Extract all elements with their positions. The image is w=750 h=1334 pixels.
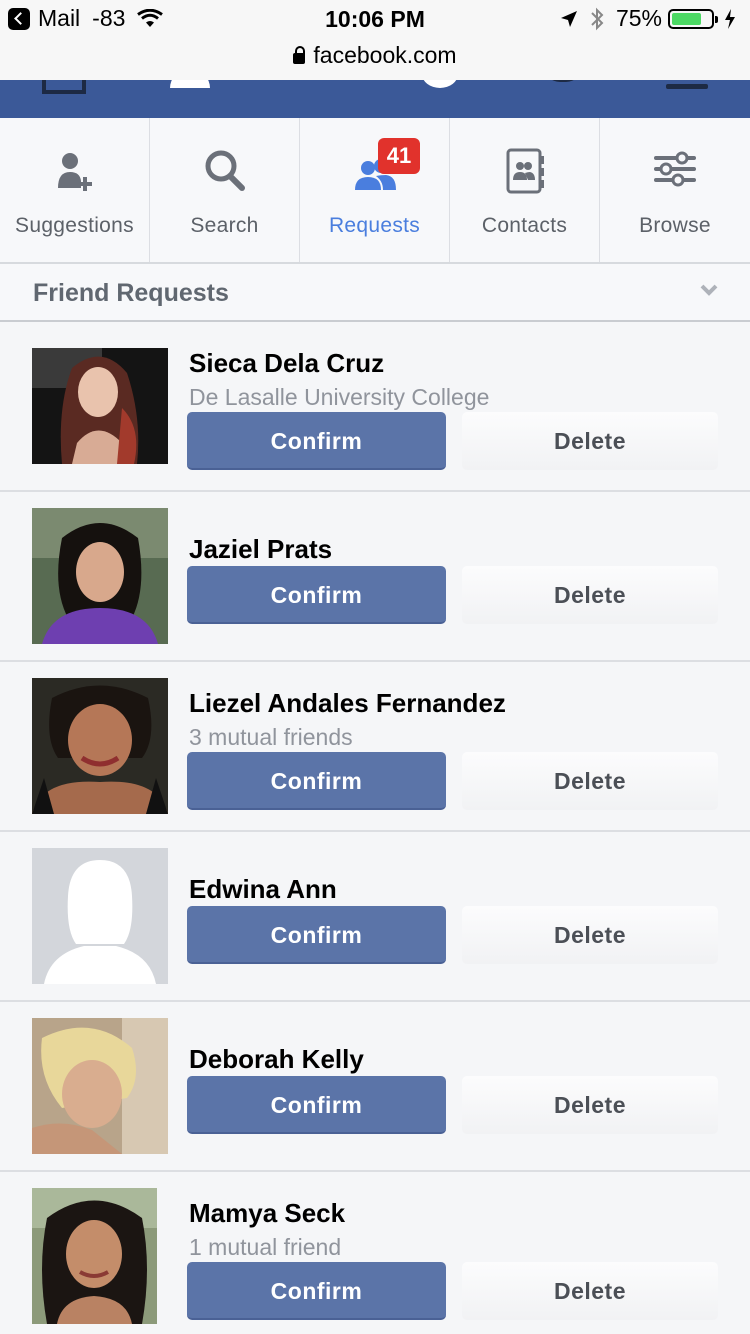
requester-subtitle: De Lasalle University College [189,384,490,410]
battery-percent: 75% [615,5,662,31]
tab-label: Search [190,214,259,237]
requester-name[interactable]: Deborah Kelly [189,1044,364,1075]
requests-count-badge: 41 [378,138,420,174]
top-nav-bar [0,80,750,118]
requester-name[interactable]: Liezel Andales Fernandez [189,688,506,719]
requester-name[interactable]: Sieca Dela Cruz [189,348,384,379]
request-item: Liezel Andales Fernandez 3 mutual friend… [0,662,750,832]
contacts-book-icon [506,148,544,194]
url-domain: facebook.com [313,42,457,68]
requester-subtitle: 3 mutual friends [189,724,353,750]
search-icon[interactable] [544,80,588,92]
delete-button[interactable]: Delete [462,1076,718,1134]
battery-icon [668,8,718,29]
confirm-button[interactable]: Confirm [187,566,446,624]
url-bar[interactable]: facebook.com [0,40,750,80]
tab-label: Suggestions [15,214,134,237]
request-item: Sieca Dela Cruz De Lasalle University Co… [0,322,750,492]
status-bar: Mail -83 10:06 PM 75% [0,0,750,40]
messages-icon[interactable] [290,80,334,92]
search-icon [205,150,245,191]
avatar[interactable] [32,508,168,644]
request-item: Jaziel Prats Confirm Delete [0,492,750,662]
requester-name[interactable]: Edwina Ann [189,874,337,905]
friends-tabs: Suggestions Search Requests Contacts Bro… [0,118,750,264]
avatar[interactable] [32,848,168,984]
tab-requests[interactable]: Requests [300,118,450,262]
lock-icon [293,46,306,64]
requester-subtitle: 1 mutual friend [189,1234,342,1260]
avatar[interactable] [32,1188,157,1324]
confirm-button[interactable]: Confirm [187,906,446,964]
avatar[interactable] [32,678,168,814]
tab-label: Browse [639,214,711,237]
globe-icon[interactable] [418,80,462,92]
delete-button[interactable]: Delete [462,1262,718,1320]
friends-icon[interactable] [164,80,210,92]
tab-browse[interactable]: Browse [600,118,750,262]
request-item: Deborah Kelly Confirm Delete [0,1002,750,1172]
sliders-icon [654,151,696,187]
delete-button[interactable]: Delete [462,566,718,624]
add-person-icon [57,153,92,191]
menu-icon[interactable] [666,80,710,92]
charging-icon [725,8,735,29]
tab-suggestions[interactable]: Suggestions [0,118,150,262]
confirm-button[interactable]: Confirm [187,1076,446,1134]
requester-name[interactable]: Mamya Seck [189,1198,345,1229]
delete-button[interactable]: Delete [462,412,718,470]
delete-button[interactable]: Delete [462,752,718,810]
tab-label: Requests [328,214,421,237]
friend-requests-header[interactable]: Friend Requests [0,264,750,322]
tab-contacts[interactable]: Contacts [450,118,600,262]
requester-name[interactable]: Jaziel Prats [189,534,332,565]
section-title: Friend Requests [33,279,229,307]
request-item: Edwina Ann Confirm Delete [0,832,750,1002]
avatar[interactable] [32,348,168,484]
status-right: 75% [560,5,736,32]
confirm-button[interactable]: Confirm [187,1262,446,1320]
delete-button[interactable]: Delete [462,906,718,964]
battery-level [672,12,701,25]
location-arrow-icon [560,10,577,27]
default-avatar-icon [32,848,168,984]
confirm-button[interactable]: Confirm [187,412,446,470]
request-item: Mamya Seck 1 mutual friend Confirm Delet… [0,1172,750,1334]
chevron-down-icon[interactable] [700,281,718,299]
tab-label: Contacts [481,214,568,237]
tab-search[interactable]: Search [150,118,300,262]
home-icon[interactable] [42,80,86,94]
bluetooth-icon [591,7,604,30]
avatar[interactable] [32,1018,168,1154]
confirm-button[interactable]: Confirm [187,752,446,810]
